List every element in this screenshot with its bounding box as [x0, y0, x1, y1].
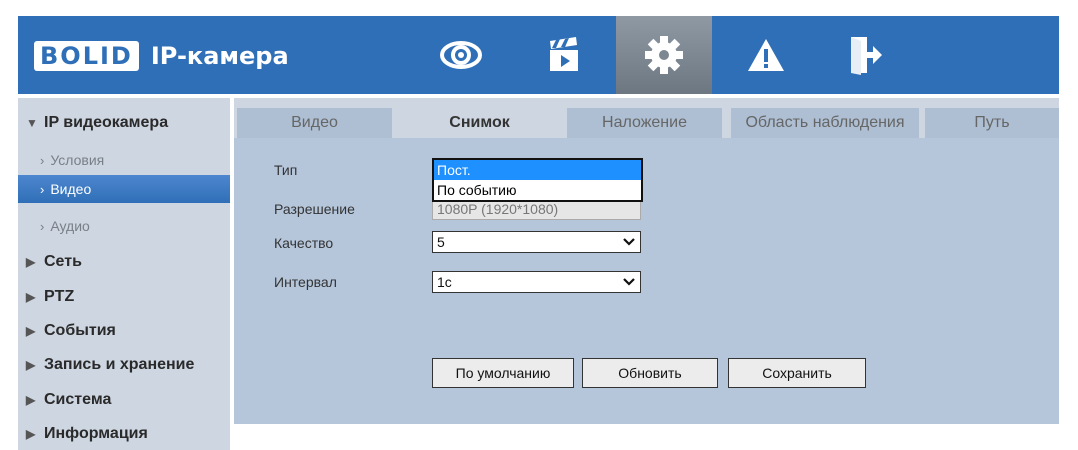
tab-bar: Видео Снимок Наложение Область наблюдени…: [234, 108, 1059, 138]
tab-snapshot[interactable]: Снимок: [402, 108, 557, 138]
sidebar-item-label: Запись и хранение: [44, 356, 195, 373]
sidebar-item-label: Информация: [44, 425, 148, 442]
chevron-down-icon: [623, 278, 635, 286]
gear-icon: [645, 36, 683, 74]
snapshot-panel: Тип Разрешение 1080P (1920*1080) Качеств…: [234, 138, 1059, 424]
type-label: Тип: [274, 162, 298, 178]
nav-live-view[interactable]: [413, 16, 509, 94]
sidebar-item-label: PTZ: [44, 288, 75, 305]
chevron-right-icon: ›: [40, 218, 45, 234]
triangle-right-icon: ▶: [26, 324, 36, 338]
sidebar-item-label: Сеть: [44, 253, 82, 270]
sidebar-item-label: Аудио: [50, 218, 90, 234]
top-bar: BOLID IP-камера: [18, 16, 1059, 94]
logo: BOLID IP-камера: [34, 36, 289, 76]
eye-icon: [440, 41, 482, 69]
quality-label: Качество: [274, 235, 334, 251]
tab-overlay[interactable]: Наложение: [567, 108, 722, 138]
brand-logo: BOLID: [34, 41, 139, 71]
sidebar-item-system[interactable]: ▶ Система: [18, 385, 230, 415]
triangle-right-icon: ▶: [26, 393, 36, 407]
clapperboard-icon: [550, 37, 578, 71]
tab-monitoring-area[interactable]: Область наблюдения: [731, 108, 919, 138]
interval-select[interactable]: 1с: [432, 271, 641, 293]
resolution-label: Разрешение: [274, 201, 355, 217]
exit-icon: [851, 37, 882, 75]
refresh-button[interactable]: Обновить: [582, 358, 718, 388]
type-option-constant[interactable]: Пост.: [434, 160, 641, 180]
sidebar-item-info[interactable]: ▶ Информация: [18, 419, 230, 449]
chevron-right-icon: ›: [40, 181, 45, 197]
tab-path[interactable]: Путь: [925, 108, 1059, 138]
triangle-right-icon: ▶: [26, 358, 36, 372]
sidebar-item-label: IP видеокамера: [44, 114, 169, 131]
triangle-right-icon: ▶: [26, 255, 36, 269]
sidebar-item-storage[interactable]: ▶ Запись и хранение: [18, 350, 230, 380]
quality-select[interactable]: 5: [432, 231, 641, 253]
triangle-right-icon: ▶: [26, 427, 36, 441]
triangle-right-icon: ▶: [26, 290, 36, 304]
sidebar-item-conditions[interactable]: › Условия: [18, 146, 230, 174]
sidebar-item-label: События: [44, 322, 116, 339]
triangle-down-icon: ▼: [26, 116, 38, 130]
sidebar-item-label: Система: [44, 391, 112, 408]
nav-logout[interactable]: [818, 16, 914, 94]
sidebar-item-label: Видео: [50, 181, 92, 197]
nav-settings[interactable]: [616, 16, 712, 94]
chevron-down-icon: [623, 238, 635, 246]
type-dropdown[interactable]: Пост. По событию: [432, 158, 643, 202]
nav-alarm[interactable]: [718, 16, 814, 94]
app-title: IP-камера: [150, 42, 289, 70]
sidebar-item-network[interactable]: ▶ Сеть: [18, 247, 230, 277]
sidebar-item-video[interactable]: › Видео: [18, 175, 230, 203]
sidebar-item-label: Условия: [50, 152, 105, 168]
quality-value: 5: [437, 234, 445, 250]
sidebar-item-ptz[interactable]: ▶ PTZ: [18, 282, 230, 312]
sidebar-item-ip-camera[interactable]: ▼ IP видеокамера: [18, 108, 230, 138]
default-button[interactable]: По умолчанию: [432, 358, 574, 388]
sidebar-item-events[interactable]: ▶ События: [18, 316, 230, 346]
chevron-right-icon: ›: [40, 152, 45, 168]
nav-playback[interactable]: [516, 16, 612, 94]
tab-video[interactable]: Видео: [237, 108, 392, 138]
save-button[interactable]: Сохранить: [728, 358, 866, 388]
interval-label: Интервал: [274, 274, 337, 290]
sidebar-item-audio[interactable]: › Аудио: [18, 212, 230, 240]
sidebar: ▼ IP видеокамера › Условия › Видео › Ауд…: [18, 98, 230, 450]
warning-icon: [748, 39, 784, 71]
type-option-event[interactable]: По событию: [434, 180, 641, 200]
main-content: Видео Снимок Наложение Область наблюдени…: [234, 98, 1059, 424]
brand-logo-text: BOLID: [40, 42, 133, 70]
interval-value: 1с: [437, 274, 452, 290]
